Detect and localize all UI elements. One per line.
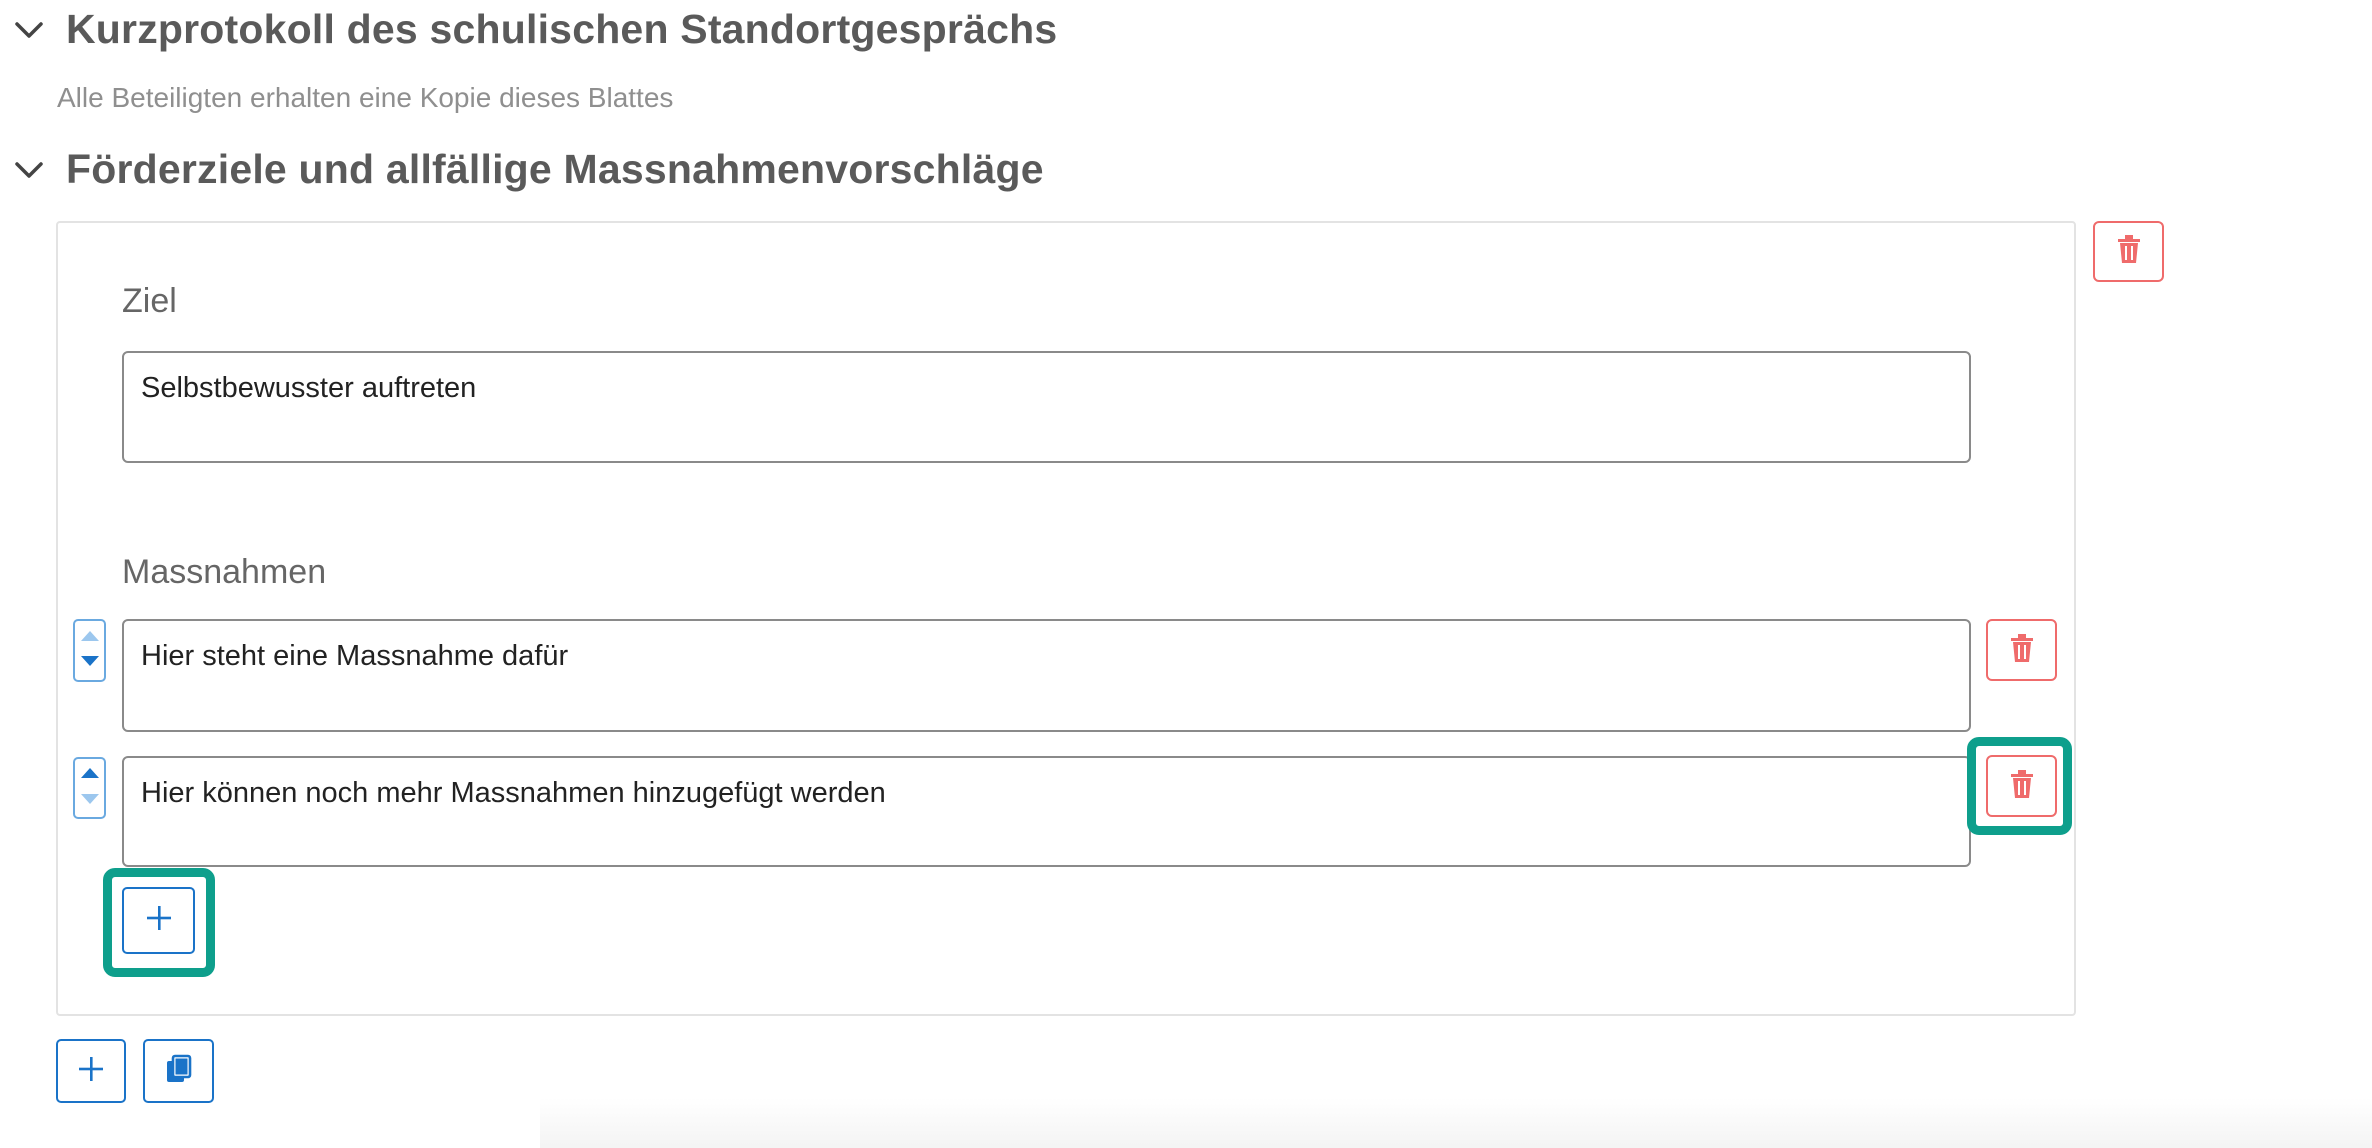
chevron-down-icon[interactable] <box>14 160 44 180</box>
section-subtitle: Alle Beteiligten erhalten eine Kopie die… <box>57 82 674 113</box>
caret-up-icon[interactable] <box>80 766 100 784</box>
trash-icon <box>2009 769 2035 804</box>
caret-up-icon[interactable] <box>80 629 100 647</box>
caret-down-icon[interactable] <box>80 654 100 672</box>
caret-down-icon[interactable] <box>80 792 100 810</box>
delete-measure-button[interactable] <box>1986 619 2057 681</box>
section-header-protocol[interactable]: Kurzprotokoll des schulischen Standortge… <box>14 6 1057 53</box>
delete-goal-button[interactable] <box>2093 221 2164 282</box>
trash-icon <box>2116 234 2142 269</box>
measure-reorder-stepper[interactable] <box>73 757 106 819</box>
delete-measure-button[interactable] <box>1986 755 2057 817</box>
plus-icon <box>145 904 173 937</box>
page-bottom-shadow <box>540 1098 2372 1148</box>
measures-label: Massnahmen <box>122 553 327 591</box>
measure-reorder-stepper[interactable] <box>73 619 106 682</box>
duplicate-goal-button[interactable] <box>143 1039 214 1103</box>
add-goal-button[interactable] <box>56 1039 126 1103</box>
section-title: Kurzprotokoll des schulischen Standortge… <box>66 6 1058 52</box>
chevron-down-icon[interactable] <box>14 20 44 40</box>
section-title: Förderziele und allfällige Massnahmenvor… <box>66 146 1044 192</box>
measure-textarea[interactable]: Hier steht eine Massnahme dafür <box>122 619 1971 732</box>
trash-icon <box>2009 633 2035 668</box>
section-header-goals[interactable]: Förderziele und allfällige Massnahmenvor… <box>14 146 1044 193</box>
goal-label: Ziel <box>122 282 177 320</box>
goal-textarea[interactable]: Selbstbewusster auftreten <box>122 351 1971 463</box>
copy-icon <box>165 1054 193 1089</box>
plus-icon <box>77 1055 105 1088</box>
add-measure-button[interactable] <box>122 887 195 954</box>
measure-textarea[interactable]: Hier können noch mehr Massnahmen hinzuge… <box>122 756 1971 867</box>
